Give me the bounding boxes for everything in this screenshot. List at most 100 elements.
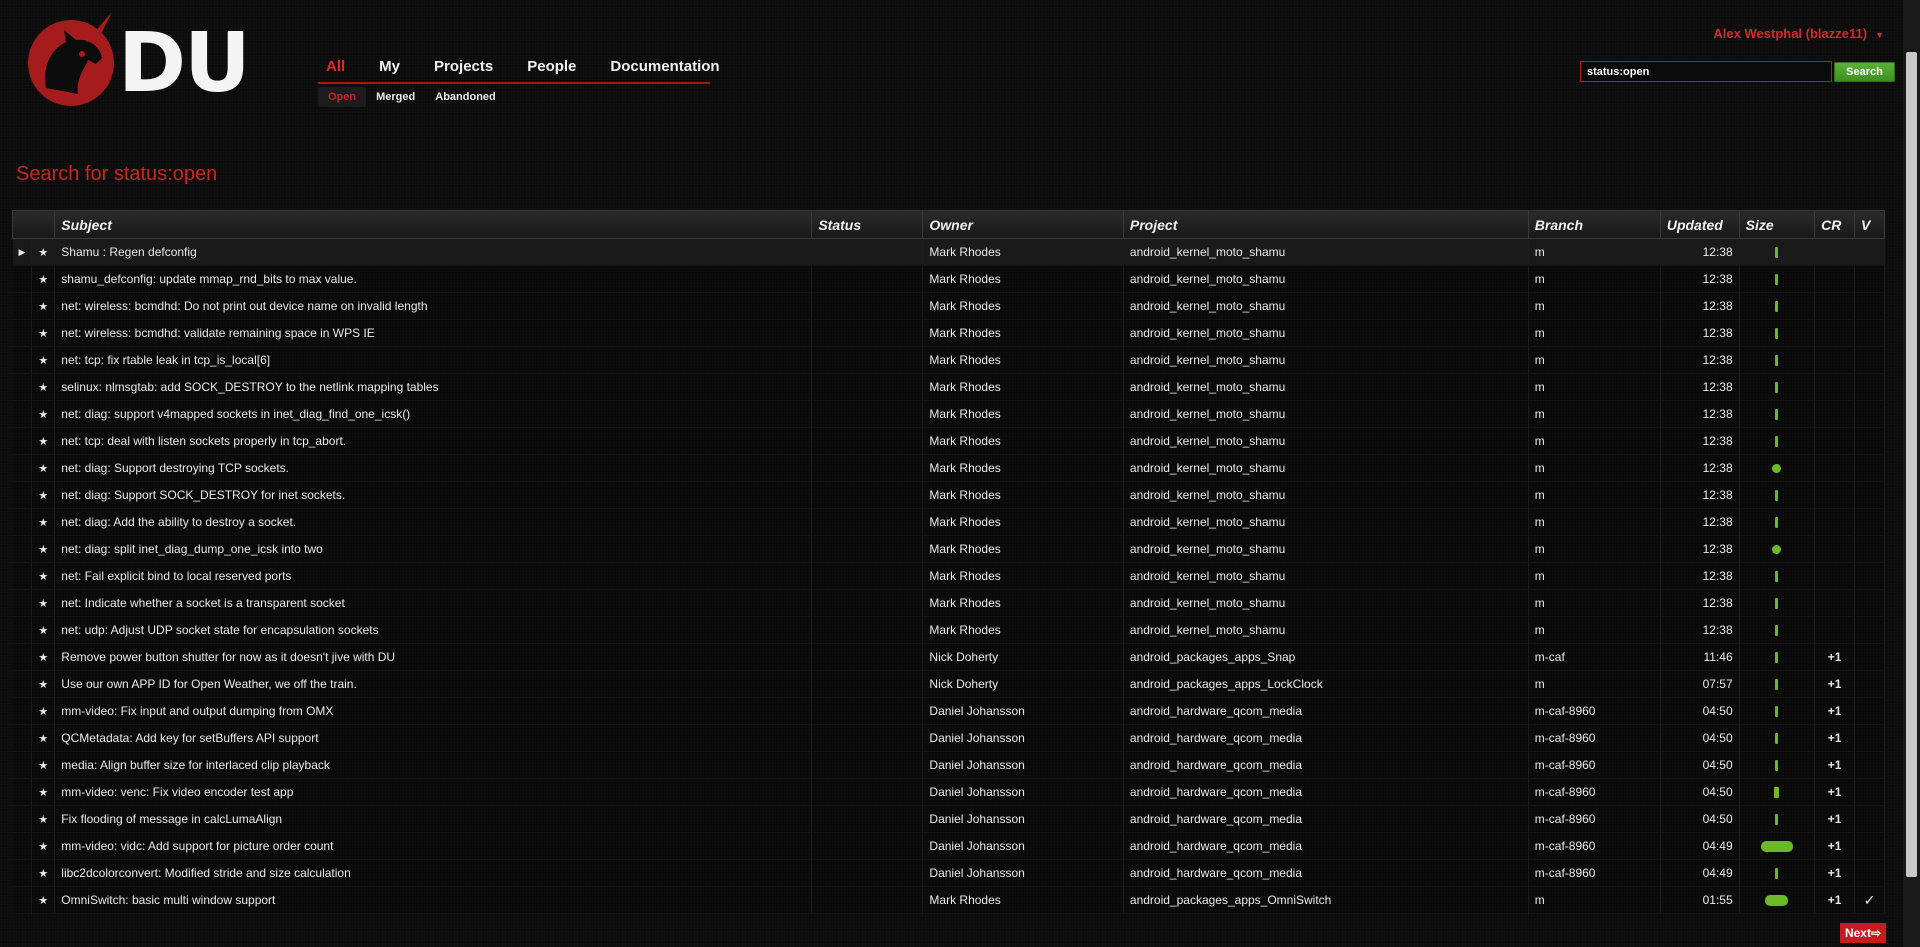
search-button[interactable]: Search [1834, 62, 1895, 82]
row-owner[interactable]: Mark Rhodes [922, 508, 1124, 536]
row-project[interactable]: android_kernel_moto_shamu [1123, 373, 1529, 401]
row-project[interactable]: android_kernel_moto_shamu [1123, 508, 1529, 536]
star-icon[interactable]: ★ [31, 751, 56, 779]
row-project[interactable]: android_kernel_moto_shamu [1123, 427, 1529, 455]
row-subject[interactable]: shamu_defconfig: update mmap_rnd_bits to… [54, 265, 813, 293]
row-owner[interactable]: Mark Rhodes [922, 589, 1124, 617]
row-branch[interactable]: m-caf-8960 [1528, 805, 1661, 833]
row-branch[interactable]: m [1528, 346, 1661, 374]
row-project[interactable]: android_hardware_qcom_media [1123, 697, 1529, 725]
star-icon[interactable]: ★ [31, 346, 56, 374]
table-row[interactable]: ★ Fix flooding of message in calcLumaAlig… [12, 805, 1885, 833]
table-row[interactable]: ★ mm-video: vidc: Add support for picture… [12, 832, 1885, 860]
row-subject[interactable]: media: Align buffer size for interlaced … [54, 751, 813, 779]
row-branch[interactable]: m [1528, 589, 1661, 617]
row-owner[interactable]: Mark Rhodes [922, 292, 1124, 320]
row-project[interactable]: android_kernel_moto_shamu [1123, 346, 1529, 374]
subtab-abandoned[interactable]: Abandoned [425, 87, 506, 107]
scrollbar[interactable] [1903, 0, 1920, 947]
row-subject[interactable]: net: diag: support v4mapped sockets in i… [54, 400, 813, 428]
row-owner[interactable]: Mark Rhodes [922, 886, 1124, 914]
row-branch[interactable]: m [1528, 535, 1661, 563]
next-page-button[interactable]: Next⇨ [1840, 923, 1886, 943]
tab-my[interactable]: My [371, 58, 400, 75]
table-row[interactable]: ★ net: wireless: bcmdhd: validate remaini… [12, 319, 1885, 347]
table-row[interactable]: ★ net: udp: Adjust UDP socket state for e… [12, 616, 1885, 644]
row-owner[interactable]: Daniel Johansson [922, 697, 1124, 725]
row-branch[interactable]: m-caf-8960 [1528, 697, 1661, 725]
row-subject[interactable]: selinux: nlmsgtab: add SOCK_DESTROY to t… [54, 373, 813, 401]
star-icon[interactable]: ★ [31, 643, 56, 671]
row-subject[interactable]: OmniSwitch: basic multi window support [54, 886, 813, 914]
row-subject[interactable]: net: diag: Add the ability to destroy a … [54, 508, 813, 536]
table-row[interactable]: ★ net: diag: Support SOCK_DESTROY for ine… [12, 481, 1885, 509]
star-icon[interactable]: ★ [31, 724, 56, 752]
row-branch[interactable]: m [1528, 562, 1661, 590]
table-row[interactable]: ★ mm-video: venc: Fix video encoder test … [12, 778, 1885, 806]
table-row[interactable]: ★ net: tcp: deal with listen sockets prop… [12, 427, 1885, 455]
row-subject[interactable]: net: tcp: fix rtable leak in tcp_is_loca… [54, 346, 813, 374]
row-branch[interactable]: m-caf-8960 [1528, 778, 1661, 806]
row-owner[interactable]: Mark Rhodes [922, 616, 1124, 644]
row-owner[interactable]: Mark Rhodes [922, 562, 1124, 590]
row-subject[interactable]: Fix flooding of message in calcLumaAlign [54, 805, 813, 833]
subtab-merged[interactable]: Merged [366, 87, 425, 107]
star-icon[interactable]: ★ [31, 373, 56, 401]
table-row[interactable]: ★ QCMetadata: Add key for setBuffers API … [12, 724, 1885, 752]
star-icon[interactable]: ★ [31, 805, 56, 833]
row-branch[interactable]: m [1528, 427, 1661, 455]
row-project[interactable]: android_kernel_moto_shamu [1123, 454, 1529, 482]
row-subject[interactable]: net: Fail explicit bind to local reserve… [54, 562, 813, 590]
row-owner[interactable]: Daniel Johansson [922, 832, 1124, 860]
row-subject[interactable]: Use our own APP ID for Open Weather, we … [54, 670, 813, 698]
table-row[interactable]: ▶ ★ Shamu : Regen defconfig Mark Rhodes andr… [12, 238, 1885, 266]
row-project[interactable]: android_hardware_qcom_media [1123, 832, 1529, 860]
table-row[interactable]: ★ selinux: nlmsgtab: add SOCK_DESTROY to … [12, 373, 1885, 401]
row-owner[interactable]: Daniel Johansson [922, 859, 1124, 887]
star-icon[interactable]: ★ [31, 832, 56, 860]
star-icon[interactable]: ★ [31, 535, 56, 563]
row-owner[interactable]: Mark Rhodes [922, 481, 1124, 509]
table-row[interactable]: ★ net: Fail explicit bind to local reserv… [12, 562, 1885, 590]
tab-documentation[interactable]: Documentation [602, 58, 719, 75]
table-row[interactable]: ★ OmniSwitch: basic multi window support M… [12, 886, 1885, 914]
row-project[interactable]: android_kernel_moto_shamu [1123, 616, 1529, 644]
row-project[interactable]: android_kernel_moto_shamu [1123, 400, 1529, 428]
row-branch[interactable]: m [1528, 319, 1661, 347]
row-subject[interactable]: Remove power button shutter for now as i… [54, 643, 813, 671]
star-icon[interactable]: ★ [31, 508, 56, 536]
row-branch[interactable]: m [1528, 400, 1661, 428]
du-logo[interactable]: DU [16, 8, 256, 111]
table-row[interactable]: ★ Use our own APP ID for Open Weather, we… [12, 670, 1885, 698]
row-owner[interactable]: Daniel Johansson [922, 778, 1124, 806]
table-row[interactable]: ★ libc2dcolorconvert: Modified stride and… [12, 859, 1885, 887]
tab-people[interactable]: People [519, 58, 576, 75]
row-branch[interactable]: m-caf-8960 [1528, 724, 1661, 752]
row-subject[interactable]: net: wireless: bcmdhd: validate remainin… [54, 319, 813, 347]
star-icon[interactable]: ★ [31, 292, 56, 320]
row-branch[interactable]: m [1528, 265, 1661, 293]
row-project[interactable]: android_kernel_moto_shamu [1123, 589, 1529, 617]
row-subject[interactable]: net: Indicate whether a socket is a tran… [54, 589, 813, 617]
table-row[interactable]: ★ net: wireless: bcmdhd: Do not print out… [12, 292, 1885, 320]
row-owner[interactable]: Mark Rhodes [922, 373, 1124, 401]
row-owner[interactable]: Daniel Johansson [922, 805, 1124, 833]
star-icon[interactable]: ★ [31, 481, 56, 509]
row-owner[interactable]: Mark Rhodes [922, 400, 1124, 428]
row-branch[interactable]: m [1528, 373, 1661, 401]
row-owner[interactable]: Daniel Johansson [922, 751, 1124, 779]
row-branch[interactable]: m-caf [1528, 643, 1661, 671]
star-icon[interactable]: ★ [31, 886, 56, 914]
row-project[interactable]: android_hardware_qcom_media [1123, 751, 1529, 779]
row-owner[interactable]: Mark Rhodes [922, 454, 1124, 482]
search-input[interactable] [1580, 61, 1832, 82]
star-icon[interactable]: ★ [31, 778, 56, 806]
table-row[interactable]: ★ shamu_defconfig: update mmap_rnd_bits t… [12, 265, 1885, 293]
row-subject[interactable]: mm-video: Fix input and output dumping f… [54, 697, 813, 725]
row-branch[interactable]: m-caf-8960 [1528, 832, 1661, 860]
row-subject[interactable]: net: wireless: bcmdhd: Do not print out … [54, 292, 813, 320]
star-icon[interactable]: ★ [31, 238, 56, 266]
row-branch[interactable]: m [1528, 292, 1661, 320]
row-owner[interactable]: Mark Rhodes [922, 238, 1124, 266]
row-project[interactable]: android_packages_apps_Snap [1123, 643, 1529, 671]
